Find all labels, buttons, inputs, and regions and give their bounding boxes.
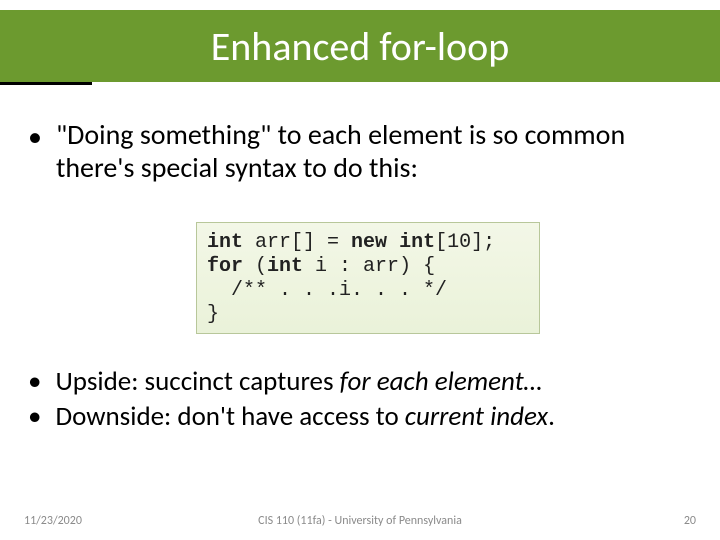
bullet-dot-icon: •: [28, 401, 41, 434]
code-block: int arr[] = new int[10]; for (int i : ar…: [196, 222, 540, 334]
bullet-item: • "Doing something" to each element is s…: [28, 118, 696, 184]
bullet-text: Downside: don't have access to current i…: [55, 401, 554, 434]
bullet-dot-icon: •: [28, 120, 42, 153]
code-text: (: [243, 255, 267, 278]
body-bottom: • Upside: succinct captures for each ele…: [28, 366, 700, 436]
bullet-text: Upside: succinct captures for each eleme…: [55, 366, 542, 399]
bullet-text-emph: for each element…: [340, 365, 543, 398]
body-top: • "Doing something" to each element is s…: [28, 118, 696, 194]
slide-title: Enhanced for-loop: [0, 10, 720, 82]
code-text: [387, 231, 399, 254]
bullet-text-emph: current index: [405, 400, 548, 433]
bullet-dot-icon: •: [28, 366, 41, 399]
code-text: [10];: [435, 231, 495, 254]
code-kw: int: [267, 255, 303, 278]
title-underline: [0, 82, 92, 85]
bullet-item: • Downside: don't have access to current…: [28, 401, 700, 434]
bullet-item: • Upside: succinct captures for each ele…: [28, 366, 700, 399]
bullet-text-part: Upside: succinct captures: [55, 365, 339, 398]
bullet-text-part: .: [548, 400, 555, 433]
slide: Enhanced for-loop • "Doing something" to…: [0, 0, 720, 540]
code-kw: for: [207, 255, 243, 278]
code-text: i : arr) {: [303, 255, 435, 278]
slide-title-text: Enhanced for-loop: [211, 22, 509, 71]
code-text: /** . . .i. . . */: [207, 279, 447, 302]
footer-page: 20: [684, 514, 696, 528]
code-kw: int: [399, 231, 435, 254]
footer-course: CIS 110 (11fa) - University of Pennsylva…: [0, 514, 720, 528]
bullet-text-part: Downside: don't have access to: [55, 400, 404, 433]
bullet-text: "Doing something" to each element is so …: [56, 118, 696, 184]
code-text: }: [207, 303, 219, 326]
code-text: arr[] =: [243, 231, 351, 254]
code-kw: new: [351, 231, 387, 254]
code-kw: int: [207, 231, 243, 254]
